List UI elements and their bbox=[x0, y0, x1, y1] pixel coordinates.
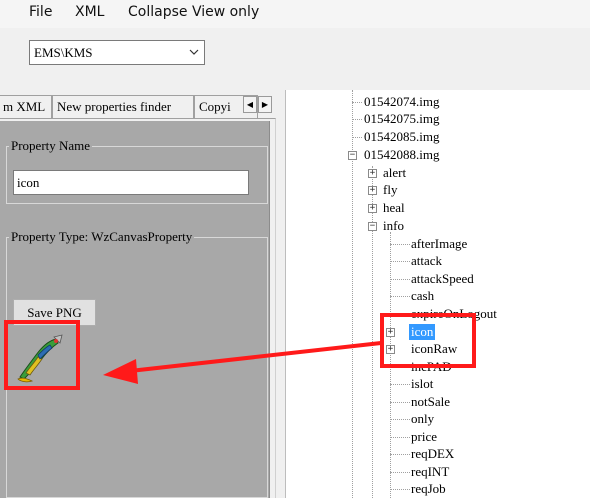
tree-node-alert[interactable]: alert bbox=[383, 165, 406, 181]
annotation-box-image bbox=[4, 320, 80, 390]
tree-connector bbox=[390, 419, 410, 420]
tree-connector bbox=[390, 384, 410, 385]
menu-bar: File XML Collapse View only bbox=[0, 0, 590, 28]
region-dropdown-value: EMS\KMS bbox=[34, 45, 93, 60]
tree-node-only[interactable]: only bbox=[411, 411, 434, 427]
collapse-icon[interactable]: − bbox=[368, 222, 377, 231]
tree-node-reqjob[interactable]: reqJob bbox=[411, 481, 446, 497]
tree-connector bbox=[390, 244, 410, 245]
tree-connector bbox=[390, 454, 410, 455]
triangle-right-icon: ▶ bbox=[261, 100, 269, 109]
tree-node-01542088[interactable]: 01542088.img bbox=[364, 147, 439, 163]
tree-node-cash[interactable]: cash bbox=[411, 288, 434, 304]
tree-node-attack[interactable]: attack bbox=[411, 253, 442, 269]
triangle-left-icon: ◀ bbox=[246, 100, 254, 109]
tree-node-01542075[interactable]: 01542075.img bbox=[364, 111, 439, 127]
tree-connector bbox=[352, 137, 362, 138]
region-dropdown[interactable]: EMS\KMS bbox=[29, 40, 205, 65]
property-name-input[interactable] bbox=[13, 170, 249, 195]
property-type-label: Property Type: WzCanvasProperty bbox=[9, 229, 195, 245]
tree-node-islot[interactable]: islot bbox=[411, 376, 433, 392]
menu-file[interactable]: File bbox=[29, 4, 52, 20]
tab-xml[interactable]: m XML bbox=[0, 95, 52, 118]
tree-node-fly[interactable]: fly bbox=[383, 182, 397, 198]
menu-collapse-view[interactable]: Collapse View only bbox=[128, 4, 259, 20]
expand-icon[interactable]: + bbox=[368, 204, 377, 213]
collapse-icon[interactable]: − bbox=[348, 151, 357, 160]
tree-connector bbox=[390, 279, 410, 280]
tree-guide-line bbox=[372, 166, 373, 498]
tree-node-info[interactable]: info bbox=[383, 218, 404, 234]
tree-node-01542085[interactable]: 01542085.img bbox=[364, 129, 439, 145]
tree-connector bbox=[390, 489, 410, 490]
tab-scroll-right-button[interactable]: ▶ bbox=[258, 96, 272, 113]
tree-view[interactable]: 01542074.img 01542075.img 01542085.img −… bbox=[285, 90, 590, 498]
expand-icon[interactable]: + bbox=[368, 186, 377, 195]
tab-strip: m XML New properties finder Copyi ◀ ▶ bbox=[0, 95, 276, 118]
tree-node-afterimage[interactable]: afterImage bbox=[411, 236, 467, 252]
expand-icon[interactable]: + bbox=[368, 169, 377, 178]
menu-xml[interactable]: XML bbox=[75, 4, 104, 20]
tree-connector bbox=[352, 119, 362, 120]
tree-node-01542074[interactable]: 01542074.img bbox=[364, 94, 439, 110]
tree-connector bbox=[390, 402, 410, 403]
tree-connector bbox=[390, 437, 410, 438]
tab-scroll-left-button[interactable]: ◀ bbox=[243, 96, 257, 113]
tree-node-notsale[interactable]: notSale bbox=[411, 394, 450, 410]
tree-node-reqdex[interactable]: reqDEX bbox=[411, 446, 454, 462]
chevron-down-icon bbox=[189, 49, 199, 55]
tree-node-reqint[interactable]: reqINT bbox=[411, 464, 449, 480]
tree-connector bbox=[390, 261, 410, 262]
tree-node-attackspeed[interactable]: attackSpeed bbox=[411, 271, 474, 287]
tree-connector bbox=[352, 102, 362, 103]
tree-node-price[interactable]: price bbox=[411, 429, 437, 445]
tree-node-heal[interactable]: heal bbox=[383, 200, 405, 216]
annotation-box-tree bbox=[380, 313, 476, 368]
tab-new-properties-finder[interactable]: New properties finder bbox=[52, 95, 194, 118]
property-name-label: Property Name bbox=[9, 138, 93, 154]
tree-connector bbox=[390, 472, 410, 473]
tree-connector bbox=[390, 296, 410, 297]
